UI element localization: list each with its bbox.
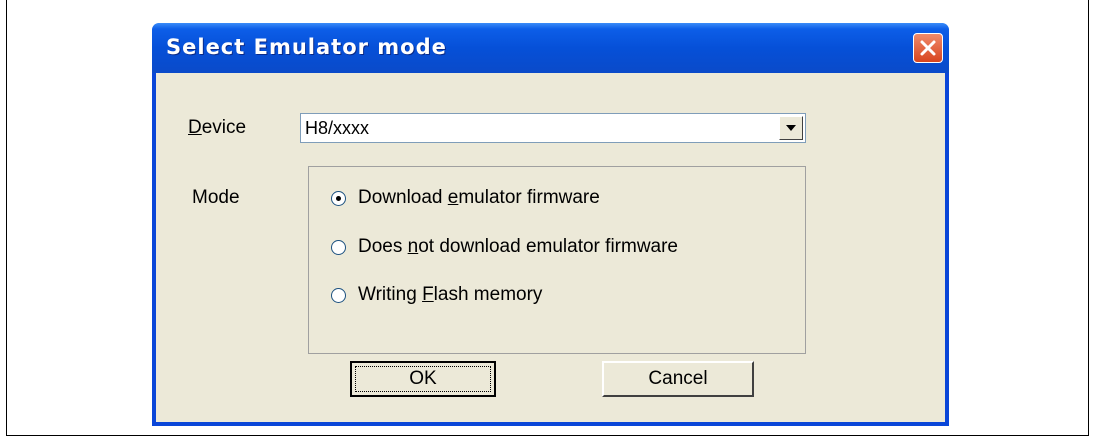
focus-rect <box>355 366 491 392</box>
mode-option-flash[interactable]: Writing Flash memory <box>331 284 542 306</box>
dialog-body: Device H8/xxxx Mode Download emulator fi… <box>156 73 945 422</box>
close-button[interactable] <box>913 33 943 63</box>
cancel-button[interactable]: Cancel <box>602 361 754 397</box>
mode-option-download[interactable]: Download emulator firmware <box>331 187 600 209</box>
device-dropdown-button[interactable] <box>779 116 803 140</box>
mode-option-no-download-label: Does not download emulator firmware <box>358 236 679 257</box>
mode-option-download-label: Download emulator firmware <box>358 187 600 208</box>
radio-flash[interactable] <box>331 287 346 303</box>
close-icon <box>920 40 936 56</box>
radio-no-download[interactable] <box>331 239 346 255</box>
mode-group: Download emulator firmware Does not down… <box>308 166 806 354</box>
title-bar[interactable]: Select Emulator mode <box>152 23 949 73</box>
mode-label: Mode <box>192 187 240 208</box>
device-label: Device <box>188 117 247 138</box>
device-select[interactable]: H8/xxxx <box>300 113 806 143</box>
mode-option-flash-label: Writing Flash memory <box>358 284 543 305</box>
radio-download-checked[interactable] <box>331 190 346 206</box>
mode-option-no-download[interactable]: Does not download emulator firmware <box>331 236 678 258</box>
chevron-down-icon <box>786 125 796 131</box>
dialog-title: Select Emulator mode <box>166 35 447 59</box>
ok-button[interactable]: OK <box>350 361 496 397</box>
select-emulator-mode-dialog: Select Emulator mode Device H8/xxxx Mode… <box>152 23 949 426</box>
device-select-value: H8/xxxx <box>305 118 370 138</box>
cancel-button-label: Cancel <box>648 368 708 389</box>
